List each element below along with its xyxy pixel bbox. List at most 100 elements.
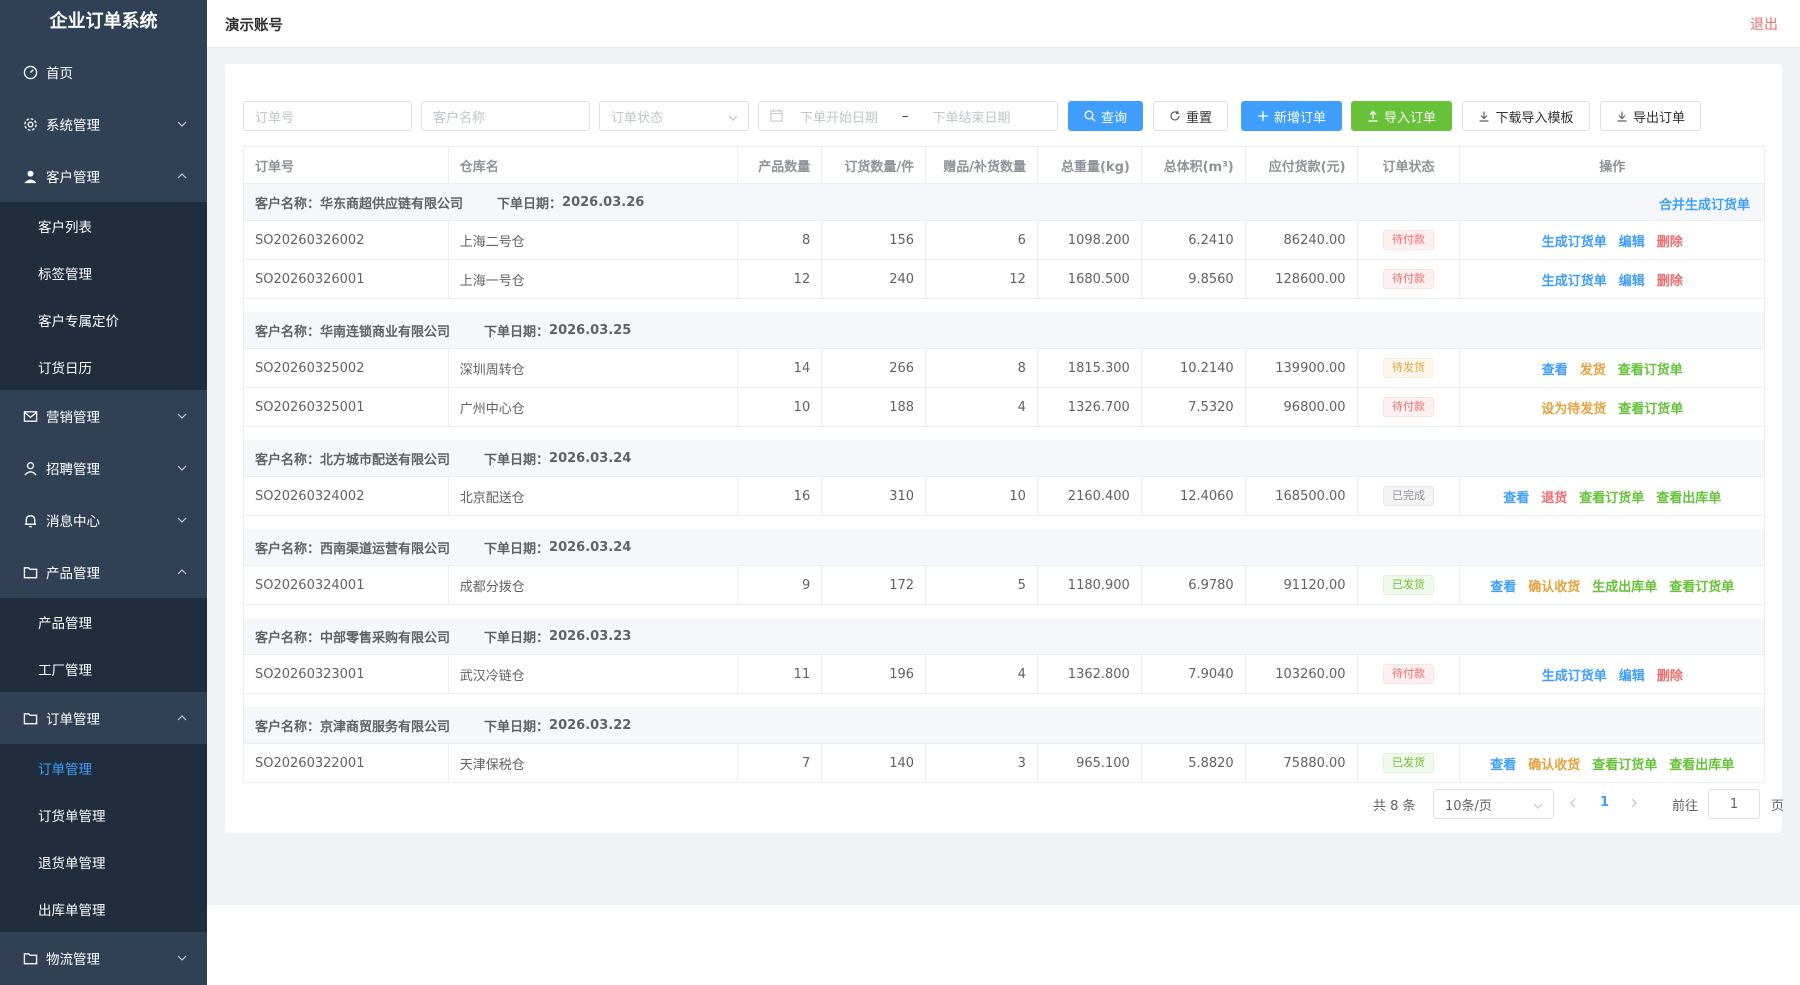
cell-order-no: SO20260326001 (244, 260, 449, 298)
table-row: SO20260323001 武汉冷链仓 11 196 4 1362.800 7.9040 10… (244, 655, 1764, 694)
main-area: 订单号 客户名称 订单状态 下单开始日期 – 下单结束日期 查询 重置 新增订单… (207, 48, 1800, 905)
goto-page-input[interactable]: 1 (1708, 789, 1760, 819)
current-page[interactable]: 1 (1600, 795, 1609, 810)
row-action-link[interactable]: 设为待发货 (1541, 398, 1606, 417)
row-action-link[interactable]: 编辑 (1619, 270, 1645, 289)
page-size-select[interactable]: 10条/页 (1433, 789, 1554, 819)
submenu-product-management[interactable]: 产品管理 (0, 598, 207, 645)
customer-name-input[interactable]: 客户名称 (421, 101, 590, 131)
menu-system-label: 系统管理 (46, 118, 100, 134)
order-date: 2026.03.23 (549, 628, 632, 644)
cell-weight: 1362.800 (1038, 655, 1142, 693)
row-action-link[interactable]: 删除 (1657, 231, 1683, 250)
row-action-link[interactable]: 查看订货单 (1592, 754, 1657, 773)
menu-recruit[interactable]: 招聘管理 (0, 442, 207, 494)
logout-link[interactable]: 退出 (1750, 14, 1778, 34)
cell-amount: 75880.00 (1246, 744, 1358, 782)
table-row: SO20260325001 广州中心仓 10 188 4 1326.700 7.5320 96… (244, 388, 1764, 427)
row-action-link[interactable]: 查看出库单 (1656, 487, 1721, 506)
submenu-order-management[interactable]: 订单管理 (0, 744, 207, 791)
row-action-link[interactable]: 查看出库单 (1669, 754, 1734, 773)
row-action-link[interactable]: 生成订货单 (1542, 665, 1607, 684)
row-action-link[interactable]: 查看 (1542, 359, 1568, 378)
merge-order-button[interactable]: 合并生成订货单 (1659, 194, 1750, 213)
top-header: 演示账号 退出 (207, 0, 1800, 48)
sidebar: 企业订单系统 首页 系统管理 客户管理 客户列表 标签管理 客户专属定价 订货日… (0, 0, 207, 985)
add-order-button[interactable]: 新增订单 (1241, 101, 1342, 131)
download-template-button[interactable]: 下载导入模板 (1462, 101, 1590, 131)
folder-icon (22, 710, 38, 726)
next-page-button[interactable] (1629, 797, 1641, 811)
customer-name: 西南渠道运营有限公司 (320, 541, 451, 557)
row-action-link[interactable]: 编辑 (1619, 231, 1645, 250)
cell-amount: 86240.00 (1246, 221, 1358, 259)
submenu-purchase-order-management[interactable]: 订货单管理 (0, 791, 207, 838)
row-action-link[interactable]: 退货 (1541, 487, 1567, 506)
goto-page-value: 1 (1729, 796, 1739, 812)
order-date-label: 下单日期： (484, 324, 550, 340)
goto-label: 前往 (1672, 799, 1699, 814)
submenu-tag-management[interactable]: 标签管理 (0, 249, 207, 296)
cell-order-no: SO20260324001 (244, 566, 449, 604)
menu-home-label: 首页 (46, 66, 73, 82)
customer-name: 北方城市配送有限公司 (320, 452, 451, 468)
order-no-input[interactable]: 订单号 (243, 101, 412, 131)
submenu-return-order-management[interactable]: 退货单管理 (0, 838, 207, 885)
customer-label: 客户名称： (255, 324, 321, 340)
chevron-right-icon (1631, 798, 1637, 808)
group-spacer (244, 516, 1764, 529)
submenu-customer-pricing[interactable]: 客户专属定价 (0, 296, 207, 343)
row-action-link[interactable]: 生成订货单 (1542, 270, 1607, 289)
menu-system[interactable]: 系统管理 (0, 98, 207, 150)
menu-message[interactable]: 消息中心 (0, 494, 207, 546)
order-table: 订单号 仓库名 产品数量 订货数量/件 赠品/补货数量 总重量(kg) 总体积(… (243, 146, 1765, 783)
cell-volume: 6.2410 (1142, 221, 1246, 259)
import-order-button-label: 导入订单 (1383, 110, 1436, 126)
row-action-link[interactable]: 查看订货单 (1669, 576, 1734, 595)
submenu-order-calendar[interactable]: 订货日历 (0, 343, 207, 390)
menu-marketing-label: 营销管理 (46, 410, 100, 426)
cell-product-qty: 10 (738, 388, 823, 426)
row-action-link[interactable]: 查看 (1490, 576, 1516, 595)
row-action-link[interactable]: 生成订货单 (1542, 231, 1607, 250)
row-action-link[interactable]: 删除 (1657, 665, 1683, 684)
menu-product[interactable]: 产品管理 (0, 546, 207, 598)
row-action-link[interactable]: 确认收货 (1528, 576, 1580, 595)
row-action-link[interactable]: 生成出库单 (1592, 576, 1657, 595)
row-action-link[interactable]: 确认收货 (1528, 754, 1580, 773)
column-header: 订单状态 (1358, 147, 1461, 183)
cell-gift-qty: 4 (926, 655, 1038, 693)
menu-marketing[interactable]: 营销管理 (0, 390, 207, 442)
menu-logistics[interactable]: 物流管理 (0, 932, 207, 984)
cell-gift-qty: 3 (926, 744, 1038, 782)
order-status-select[interactable]: 订单状态 (599, 101, 749, 131)
cell-status: 已发货 (1358, 566, 1461, 604)
customer-name: 华南连锁商业有限公司 (320, 324, 451, 340)
submenu-outbound-order-management[interactable]: 出库单管理 (0, 885, 207, 932)
export-order-button[interactable]: 导出订单 (1600, 101, 1701, 131)
user-icon (22, 168, 38, 184)
cell-warehouse: 北京配送仓 (449, 477, 739, 515)
prev-page-button[interactable] (1568, 797, 1580, 811)
order-date: 2026.03.24 (549, 539, 632, 555)
row-action-link[interactable]: 查看订货单 (1579, 487, 1644, 506)
row-action-link[interactable]: 删除 (1657, 270, 1683, 289)
customer-name: 中部零售采购有限公司 (320, 630, 451, 646)
submenu-customer: 客户列表 标签管理 客户专属定价 订货日历 (0, 202, 207, 390)
row-action-link[interactable]: 查看订货单 (1618, 398, 1683, 417)
submenu-factory-management[interactable]: 工厂管理 (0, 645, 207, 692)
row-action-link[interactable]: 查看 (1490, 754, 1516, 773)
row-action-link[interactable]: 编辑 (1619, 665, 1645, 684)
menu-customer[interactable]: 客户管理 (0, 150, 207, 202)
row-action-link[interactable]: 发货 (1580, 359, 1606, 378)
import-order-button[interactable]: 导入订单 (1351, 101, 1452, 131)
submenu-customer-list[interactable]: 客户列表 (0, 202, 207, 249)
row-action-link[interactable]: 查看 (1503, 487, 1529, 506)
row-action-link[interactable]: 查看订货单 (1618, 359, 1683, 378)
reset-button[interactable]: 重置 (1153, 101, 1228, 131)
search-button[interactable]: 查询 (1068, 101, 1143, 131)
cell-order-no: SO20260323001 (244, 655, 449, 693)
menu-order[interactable]: 订单管理 (0, 692, 207, 744)
menu-home[interactable]: 首页 (0, 46, 207, 98)
date-range-picker[interactable]: 下单开始日期 – 下单结束日期 (758, 101, 1058, 131)
